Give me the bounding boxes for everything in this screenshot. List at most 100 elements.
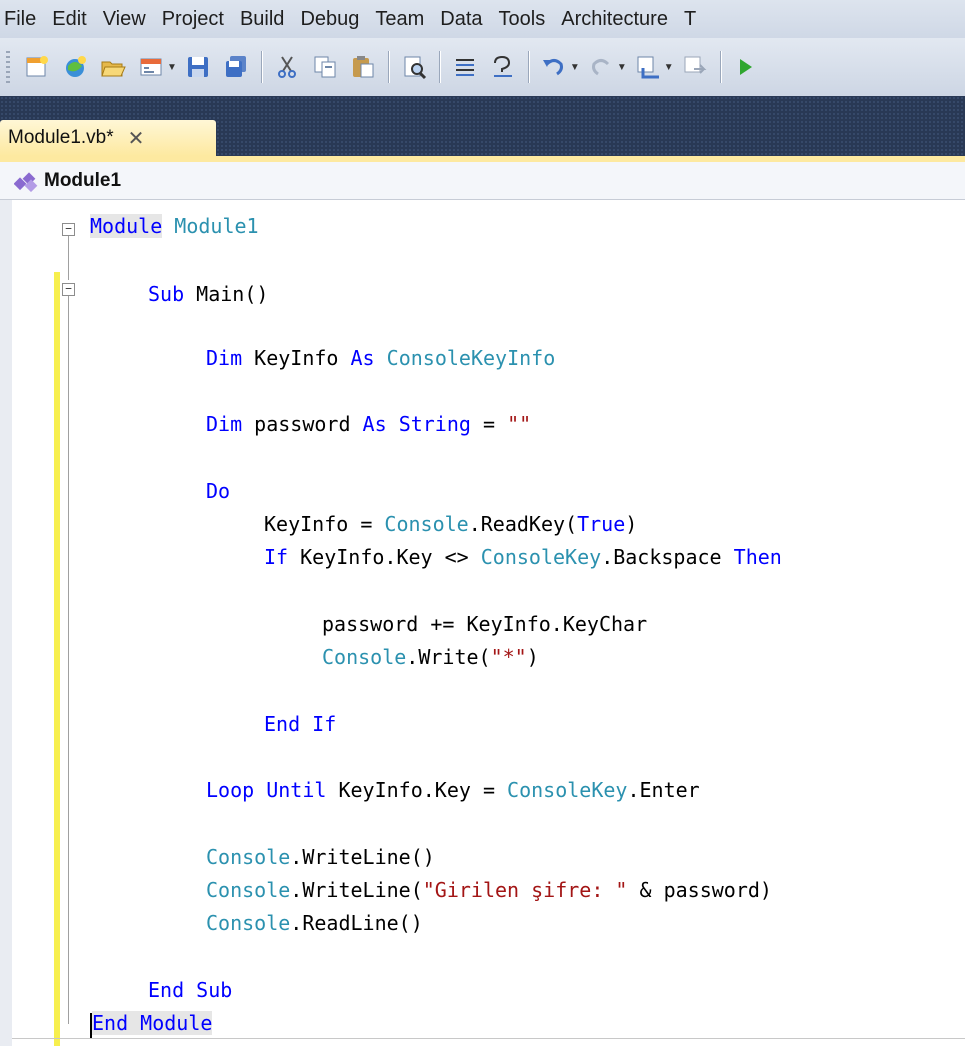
keyword: Sub <box>148 282 185 306</box>
keyword: Dim <box>206 346 243 370</box>
code-line-dim-password: Dim password As String = "" <box>206 412 531 436</box>
menu-debug[interactable]: Debug <box>296 8 371 31</box>
code-line-1: Module Module1 <box>90 214 259 238</box>
keyword: If <box>264 545 289 569</box>
keyword: Module <box>90 214 163 238</box>
string-literal: "*" <box>490 645 527 669</box>
tab-module1-vb[interactable]: Module1.vb* ✕ <box>0 120 216 156</box>
add-new-item-dropdown-arrow[interactable]: ▼ <box>167 62 177 73</box>
menu-data[interactable]: Data <box>436 8 494 31</box>
dock-background <box>0 96 965 116</box>
add-new-item-icon[interactable] <box>137 53 165 81</box>
undo-icon[interactable] <box>540 53 568 81</box>
menu-architecture[interactable]: Architecture <box>557 8 680 31</box>
open-file-icon[interactable] <box>99 53 127 81</box>
tab-title: Module1.vb* <box>8 127 114 148</box>
type-name: Console <box>384 512 469 536</box>
navigate-backward-icon[interactable] <box>634 53 662 81</box>
start-debugging-icon[interactable] <box>732 53 760 81</box>
code-text: KeyInfo <box>254 346 339 370</box>
find-icon[interactable] <box>400 53 428 81</box>
code-text: KeyInfo.Key <> <box>300 545 481 569</box>
cut-icon[interactable] <box>273 53 301 81</box>
code-text: = <box>482 412 496 436</box>
keyword: End Module <box>92 1011 213 1035</box>
menu-team[interactable]: Team <box>371 8 436 31</box>
menu-view[interactable]: View <box>99 8 158 31</box>
keyword: As <box>350 346 375 370</box>
string-literal: "" <box>507 412 532 436</box>
menu-edit[interactable]: Edit <box>48 8 98 31</box>
menu-test[interactable]: T <box>680 8 708 31</box>
navigate-backward-dropdown-arrow[interactable]: ▼ <box>664 62 674 73</box>
editor-end-line <box>12 1038 965 1039</box>
type-name: Console <box>206 845 291 869</box>
type-name: ConsoleKey <box>480 545 602 569</box>
type-name: Console <box>322 645 407 669</box>
code-line-end-if: End If <box>264 712 336 736</box>
keyword: Loop Until <box>206 778 327 802</box>
code-line-do: Do <box>206 479 230 503</box>
collapse-module-icon[interactable]: − <box>62 223 75 236</box>
code-text: ) <box>526 645 539 669</box>
code-line-writeline-empty: Console.WriteLine() <box>206 845 435 869</box>
copy-icon[interactable] <box>311 53 339 81</box>
toolbar-grip[interactable] <box>6 51 10 83</box>
outline-line <box>68 296 69 1024</box>
uncomment-icon[interactable] <box>489 53 517 81</box>
type-name: ConsoleKey <box>507 778 628 802</box>
comment-icon[interactable] <box>451 53 479 81</box>
indicator-margin <box>0 200 12 1046</box>
redo-icon[interactable] <box>587 53 615 81</box>
code-line-loop-until: Loop Until KeyInfo.Key = ConsoleKey.Ente… <box>206 778 700 802</box>
new-project-icon[interactable] <box>23 53 51 81</box>
redo-dropdown-arrow[interactable]: ▼ <box>617 62 627 73</box>
toolbar-separator <box>387 51 389 83</box>
document-tab-strip: Module1.vb* ✕ <box>0 116 965 156</box>
code-text: password += KeyInfo.KeyChar <box>322 612 648 636</box>
standard-toolbar: ▼ ▼ ▼ ▼ <box>0 38 965 96</box>
navigation-bar[interactable]: Module1 <box>0 162 965 200</box>
code-text: .Write( <box>406 645 491 669</box>
menu-project[interactable]: Project <box>158 8 236 31</box>
code-text: ) <box>625 512 638 536</box>
keyword: As <box>362 412 387 436</box>
save-icon[interactable] <box>184 53 212 81</box>
undo-dropdown-arrow[interactable]: ▼ <box>570 62 580 73</box>
keyword: True <box>577 512 626 536</box>
code-line-readline: Console.ReadLine() <box>206 911 423 935</box>
save-all-icon[interactable] <box>222 53 250 81</box>
code-text: .ReadLine() <box>290 911 423 935</box>
close-icon[interactable]: ✕ <box>128 126 145 151</box>
menu-tools[interactable]: Tools <box>495 8 558 31</box>
code-line-if: If KeyInfo.Key <> ConsoleKey.Backspace T… <box>264 545 782 569</box>
outline-line <box>68 236 69 280</box>
code-editor[interactable]: − − Module Module1 Sub Main() Dim KeyInf… <box>0 200 965 1046</box>
string-literal: "Girilen şifre: " <box>422 878 628 902</box>
code-text: & password) <box>627 878 772 902</box>
keyword: Do <box>206 479 231 503</box>
collapse-sub-icon[interactable]: − <box>62 283 75 296</box>
paste-icon[interactable] <box>349 53 377 81</box>
toolbar-separator <box>438 51 440 83</box>
code-line-sub: Sub Main() <box>148 282 268 306</box>
code-text: .ReadKey( <box>468 512 578 536</box>
keyword: End Sub <box>148 978 233 1002</box>
code-line-append: password += KeyInfo.KeyChar <box>322 612 647 636</box>
code-text: .Enter <box>627 778 700 802</box>
code-text: password <box>254 412 351 436</box>
code-text: KeyInfo = <box>264 512 385 536</box>
code-text: KeyInfo.Key = <box>338 778 508 802</box>
navigate-forward-icon[interactable] <box>681 53 709 81</box>
keyword: String <box>398 412 471 436</box>
navigation-module-name: Module1 <box>44 169 122 191</box>
code-text: .WriteLine() <box>290 845 435 869</box>
menu-file[interactable]: File <box>0 8 48 31</box>
menu-build[interactable]: Build <box>236 8 296 31</box>
keyword: Dim <box>206 412 243 436</box>
add-item-icon[interactable] <box>61 53 89 81</box>
code-line-write: Console.Write("*") <box>322 645 539 669</box>
menu-bar: File Edit View Project Build Debug Team … <box>0 0 965 38</box>
keyword: Then <box>733 545 782 569</box>
change-tracking-bar <box>54 272 60 1046</box>
